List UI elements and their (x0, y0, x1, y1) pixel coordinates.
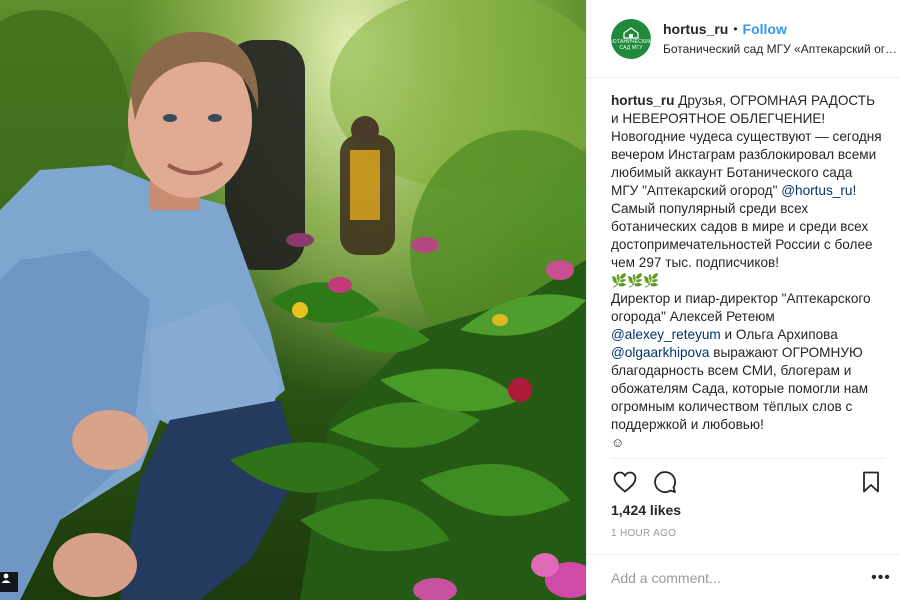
more-options-icon[interactable]: ••• (871, 568, 891, 588)
save-button[interactable] (857, 468, 885, 496)
post-photo[interactable] (0, 0, 586, 600)
separator-dot: • (733, 22, 738, 36)
post-header: БОТАНИЧЕСКИЙ САД МГУ hortus_ru • Follow … (587, 0, 900, 78)
comment-bar: ••• (587, 554, 900, 600)
caption-emoji-end: ☺ (611, 435, 625, 450)
caption-text-3: Директор и пиар-директор "Аптекарского о… (611, 291, 871, 324)
caption-emoji-line: 🌿🌿🌿 (611, 273, 660, 288)
post-timestamp[interactable]: 1 HOUR AGO (611, 528, 676, 539)
caption-username[interactable]: hortus_ru (611, 93, 674, 108)
likes-count[interactable]: 1,424 likes (611, 502, 681, 518)
follow-button[interactable]: Follow (743, 21, 787, 37)
user-tag-icon[interactable] (0, 572, 18, 592)
avatar-logo-text-2: САД МГУ (619, 44, 643, 51)
heart-icon (613, 471, 637, 493)
avatar[interactable]: БОТАНИЧЕСКИЙ САД МГУ (609, 18, 652, 59)
caption-text-4: и Ольга Архипова (720, 327, 838, 342)
username-link[interactable]: hortus_ru (663, 21, 728, 37)
comment-input[interactable] (611, 569, 871, 586)
comment-button[interactable] (651, 468, 679, 496)
post-caption: hortus_ru Друзья, ОГРОМНАЯ РАДОСТЬ и НЕВ… (611, 92, 883, 456)
header-text: hortus_ru • Follow Ботанический сад МГУ … (663, 21, 899, 56)
post-sidebar: БОТАНИЧЕСКИЙ САД МГУ hortus_ru • Follow … (586, 0, 900, 600)
location-link[interactable]: Ботанический сад МГУ «Аптекарский огород… (663, 42, 899, 56)
instagram-post: БОТАНИЧЕСКИЙ САД МГУ hortus_ru • Follow … (0, 0, 900, 600)
house-logo-icon (623, 26, 639, 39)
mention-hortus-ru[interactable]: @hortus_ru (781, 183, 852, 198)
actions-divider (611, 458, 885, 459)
photo-illustration (0, 0, 586, 600)
action-bar (611, 468, 885, 496)
bookmark-icon (863, 471, 879, 493)
header-row: hortus_ru • Follow (663, 21, 899, 37)
mention-olgaarkhipova[interactable]: @olgaarkhipova (611, 345, 709, 360)
mention-alexey-reteyum[interactable]: @alexey_reteyum (611, 327, 721, 342)
comment-icon (654, 471, 676, 493)
like-button[interactable] (611, 468, 639, 496)
